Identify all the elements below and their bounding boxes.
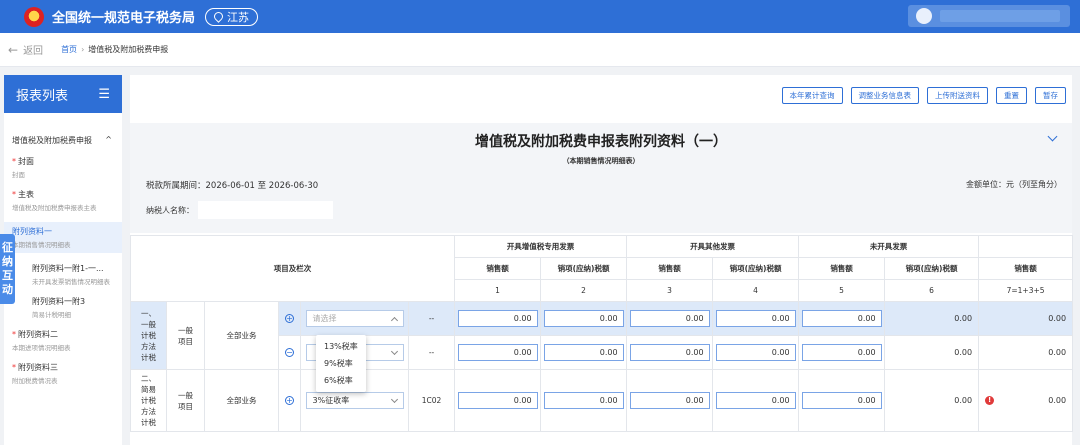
breadcrumb: 首页 › 增值税及附加税费申报 (61, 45, 169, 54)
add-row-icon[interactable]: + (285, 396, 294, 405)
report-list-sidebar: 报表列表 ☰ 增值税及附加税费申报 ^ * 封面 封面 * 主表 增值税及附加税费申… (4, 75, 122, 445)
sidebar-title: 报表列表 (16, 88, 69, 104)
sales-amount-input[interactable]: 0.00 (629, 310, 710, 327)
list-menu-icon[interactable]: ☰ (98, 87, 110, 102)
location-pin-icon (212, 10, 225, 23)
sidebar-item-schedule2[interactable]: * 附列资料二 本期进项情况明细表 (4, 329, 122, 352)
sales-amount-input[interactable]: 0.00 (457, 310, 538, 327)
form-subtitle: （本期销售情况明细表） (562, 157, 640, 165)
levy-rate-select[interactable]: 3%征收率 (305, 392, 404, 409)
tax-period: 税款所属期间：2026-06-01 至 2026-06-30 (146, 181, 319, 191)
save-draft-button[interactable]: 暂存 (1035, 87, 1066, 104)
tax-rate-select[interactable]: 请选择 (305, 310, 404, 327)
breadcrumb-current: 增值税及附加税费申报 (88, 45, 169, 54)
region-selector[interactable]: 江苏 (205, 7, 259, 26)
user-name (940, 10, 1060, 22)
upload-attachments-button[interactable]: 上传附送资料 (927, 87, 988, 104)
adjust-info-button[interactable]: 调整业务信息表 (850, 87, 919, 104)
add-row-icon[interactable]: + (285, 314, 294, 323)
group-no-invoice: 未开具发票 (798, 235, 980, 258)
sidebar-item-schedule3[interactable]: * 附列资料三 附加税费情况表 (4, 362, 122, 385)
dropdown-option-6[interactable]: 6%税率 (316, 372, 366, 389)
sales-amount-input[interactable]: 0.00 (801, 310, 882, 327)
dropdown-option-9[interactable]: 9%税率 (316, 355, 366, 372)
main-panel: 本年累计查询 调整业务信息表 上传附送资料 重置 暂存 增值税及附加税费申报表附… (129, 75, 1074, 445)
chevron-up-icon (390, 316, 398, 324)
sidebar-item-schedule1-att1[interactable]: 附列资料一附1-一... 未开具发票销售情况明细表 (4, 263, 122, 286)
emblem-icon (24, 6, 44, 27)
breadcrumb-bar: ← 返回 首页 › 增值税及附加税费申报 (0, 33, 1080, 67)
amount-unit: 金额单位：元（列至角分） (966, 180, 1062, 189)
taxpayer-name-value (198, 201, 333, 219)
tax-amount-input[interactable]: 0.00 (715, 310, 796, 327)
breadcrumb-home[interactable]: 首页 (61, 45, 77, 54)
sidebar-item-main[interactable]: * 主表 增值税及附加税费申报表主表 (4, 189, 122, 212)
sidebar-item-schedule1[interactable]: 附列资料一 本期销售情况明细表 (4, 222, 122, 253)
reset-button[interactable]: 重置 (996, 87, 1027, 104)
table-row: 二、简易计税方法计税 一般项目 全部业务 + 3%征收率 1C02 0.00 0… (130, 369, 1074, 432)
interaction-float-tab[interactable]: 征纳互动 (0, 234, 15, 304)
remove-row-icon[interactable]: − (285, 348, 294, 357)
top-bar: 全国统一规范电子税务局 江苏 (0, 0, 1080, 33)
form-title: 增值税及附加税费申报表附列资料（一） (475, 134, 727, 150)
group-vat-special: 开具增值税专用发票 (454, 235, 628, 258)
item-column-header: 项目及栏次 (129, 235, 456, 302)
warning-icon[interactable]: ! (985, 396, 995, 405)
avatar (916, 8, 932, 24)
tax-amount-input[interactable]: 0.00 (543, 310, 624, 327)
sidebar-header: 报表列表 ☰ (4, 75, 122, 113)
sidebar-item-cover[interactable]: * 封面 封面 (4, 156, 122, 179)
group-other-invoice: 开具其他发票 (626, 235, 800, 258)
region-label: 江苏 (227, 10, 250, 24)
taxpayer-name: 纳税人名称： (146, 201, 333, 219)
sidebar-group-vat[interactable]: 增值税及附加税费申报 ^ (4, 135, 122, 146)
sales-detail-table: 项目及栏次 开具增值税专用发票 开具其他发票 未开具发票 销售额 销项(应纳)税额… (129, 235, 1074, 432)
back-button[interactable]: ← 返回 (8, 42, 43, 58)
sidebar-item-schedule1-att3[interactable]: 附列资料一附3 简易计税明细 (4, 296, 122, 319)
user-menu[interactable] (908, 5, 1070, 27)
table-row: 一、一般计税方法计税 一般项目 全部业务 + 请选择 -- 0.00 0.00 … (130, 301, 1074, 370)
arrow-left-icon: ← (8, 42, 19, 57)
dropdown-option-13[interactable]: 13%税率 (316, 338, 366, 355)
tax-rate-dropdown: 13%税率 9%税率 6%税率 (316, 335, 366, 392)
action-toolbar: 本年累计查询 调整业务信息表 上传附送资料 重置 暂存 (781, 87, 1066, 104)
chevron-up-icon: ^ (105, 135, 112, 144)
site-title: 全国统一规范电子税务局 (52, 11, 196, 26)
form-header: 增值税及附加税费申报表附列资料（一） （本期销售情况明细表） 税款所属期间：20… (130, 123, 1072, 233)
annual-query-button[interactable]: 本年累计查询 (781, 87, 843, 104)
